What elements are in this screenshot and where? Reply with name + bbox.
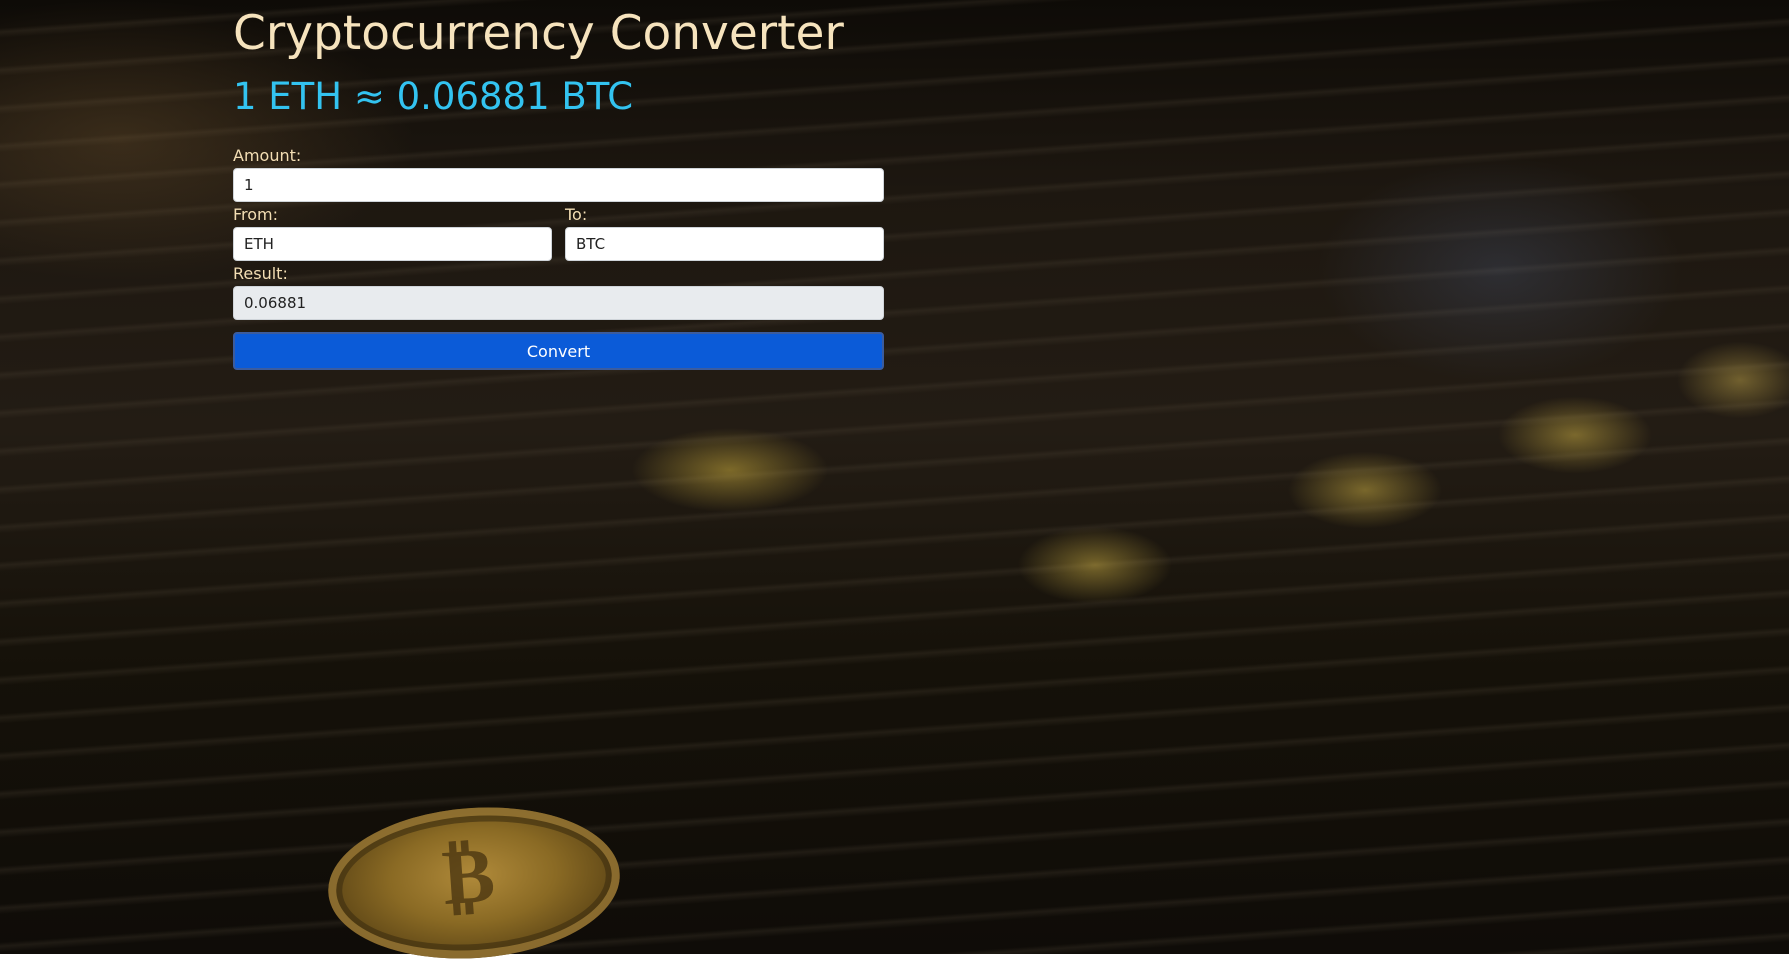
converter-panel: Cryptocurrency Converter 1 ETH ≈ 0.06881… — [233, 0, 884, 370]
amount-group: Amount: — [233, 147, 884, 202]
currency-row: From: To: — [233, 206, 884, 261]
page-title: Cryptocurrency Converter — [233, 6, 844, 61]
from-group: From: — [233, 206, 552, 261]
to-group: To: — [565, 206, 884, 261]
result-field — [233, 286, 884, 320]
result-group: Result: — [233, 265, 884, 320]
result-label: Result: — [233, 264, 288, 283]
from-currency-input[interactable] — [233, 227, 552, 261]
bitcoin-coin-icon: ₿ — [323, 797, 625, 968]
amount-input[interactable] — [233, 168, 884, 202]
bitcoin-symbol-icon: ₿ — [439, 828, 498, 924]
exchange-rate-text: 1 ETH ≈ 0.06881 BTC — [233, 75, 634, 118]
to-label: To: — [565, 205, 588, 224]
convert-button[interactable]: Convert — [233, 332, 884, 370]
to-currency-input[interactable] — [565, 227, 884, 261]
from-label: From: — [233, 205, 279, 224]
amount-label: Amount: — [233, 146, 302, 165]
